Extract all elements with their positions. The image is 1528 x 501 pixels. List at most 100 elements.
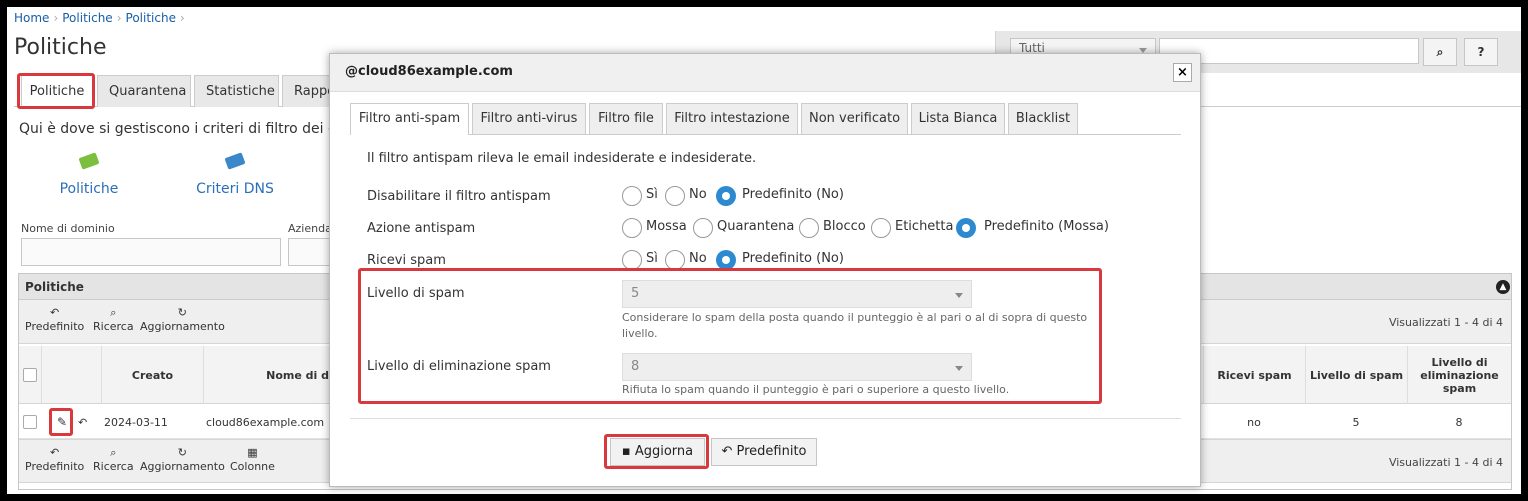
radio-label: Etichetta xyxy=(895,219,954,234)
chevron-down-icon xyxy=(955,366,963,371)
row-domain: cloud86example.com xyxy=(206,415,325,429)
tile-criteri-dns[interactable]: Criteri DNS xyxy=(185,152,285,197)
delete-level-select[interactable]: 8 xyxy=(622,353,972,381)
tab-blacklist[interactable]: Blacklist xyxy=(1008,103,1078,134)
search-label: Ricerca xyxy=(93,460,134,473)
receive-spam-label: Ricevi spam xyxy=(367,253,446,268)
actions-header xyxy=(41,346,101,404)
search-label: Ricerca xyxy=(93,320,134,333)
radio-action-mossa[interactable] xyxy=(622,218,642,238)
radio-action-quarantena[interactable] xyxy=(693,218,713,238)
spam-level-select[interactable]: 5 xyxy=(622,280,972,308)
default-label: Predefinito xyxy=(25,460,85,473)
radio-disable-si[interactable] xyxy=(622,186,642,206)
spam-level-header[interactable]: Livello di spam xyxy=(1305,346,1407,404)
search-grid-button[interactable]: ⌕ Ricerca xyxy=(93,306,134,333)
spam-level-label: Livello di spam xyxy=(367,286,465,301)
tag-icon xyxy=(224,152,246,170)
radio-receive-si[interactable] xyxy=(622,250,642,270)
help-button[interactable]: ? xyxy=(1464,38,1498,66)
radio-action-blocco[interactable] xyxy=(799,218,819,238)
default-button[interactable]: ↶ Predefinito xyxy=(25,446,84,473)
default-label: Predefinito xyxy=(25,320,85,333)
tab-quarantena[interactable]: Quarantena xyxy=(97,75,191,107)
radio-label: No xyxy=(689,187,707,202)
chevron-right-icon: › xyxy=(179,11,185,25)
row-checkbox[interactable] xyxy=(23,406,37,438)
tag-icon xyxy=(78,152,100,170)
tile-label: Politiche xyxy=(59,181,119,197)
chevron-right-icon: › xyxy=(116,11,122,25)
radio-action-etichetta[interactable] xyxy=(871,218,891,238)
tab-filtro-intestazione[interactable]: Filtro intestazione xyxy=(666,103,798,134)
domain-header[interactable]: Nome di d xyxy=(203,346,333,404)
radio-action-default[interactable] xyxy=(956,218,976,238)
radio-receive-default[interactable] xyxy=(716,250,736,270)
dialog-footer-divider xyxy=(350,418,1181,419)
pagination-info: Visualizzati 1 - 4 di 4 xyxy=(1388,456,1503,469)
radio-disable-no[interactable] xyxy=(665,186,685,206)
radio-label: Mossa xyxy=(646,219,687,234)
delete-level-hint: Rifiuta lo spam quando il punteggio è pa… xyxy=(622,383,1010,396)
delete-level-header[interactable]: Livello di eliminazione spam xyxy=(1407,346,1511,404)
row-delete-level: 8 xyxy=(1455,415,1463,429)
breadcrumb-current[interactable]: Politiche xyxy=(126,11,176,25)
tile-politiche[interactable]: Politiche xyxy=(39,152,139,197)
created-header[interactable]: Creato xyxy=(101,346,203,404)
highlight-box xyxy=(17,73,95,109)
tab-lista-bianca[interactable]: Lista Bianca xyxy=(911,103,1005,134)
radio-label: Quarantena xyxy=(717,219,795,234)
dialog-title: @cloud86example.com xyxy=(330,54,1200,92)
tab-filtro-file[interactable]: Filtro file xyxy=(589,103,663,134)
default-button[interactable]: ↶ Predefinito xyxy=(25,306,84,333)
spam-level-hint: Considerare lo spam della posta quando i… xyxy=(622,311,1088,340)
refresh-icon: ↻ xyxy=(177,306,188,319)
pagination-info: Visualizzati 1 - 4 di 4 xyxy=(1388,316,1503,329)
search-button[interactable]: ⌕ xyxy=(1423,38,1457,66)
columns-label: Colonne xyxy=(230,460,275,473)
select-all-checkbox[interactable] xyxy=(23,368,37,382)
chevron-down-icon xyxy=(955,293,963,298)
radio-disable-default[interactable] xyxy=(716,186,736,206)
default-button[interactable]: ↶ Predefinito xyxy=(711,438,817,466)
close-icon[interactable]: × xyxy=(1173,63,1192,82)
row-spam-level: 5 xyxy=(1352,415,1360,429)
spam-level-value: 5 xyxy=(631,286,640,301)
intro-text: Qui è dove si gestiscono i criteri di fi… xyxy=(19,121,359,137)
tab-non-verificato[interactable]: Non verificato xyxy=(801,103,908,134)
search-icon: ⌕ xyxy=(110,446,117,459)
radio-label: Sì xyxy=(646,251,658,266)
select-all-header xyxy=(19,346,41,404)
collapse-icon[interactable]: ▲ xyxy=(1496,280,1510,294)
delete-level-label: Livello di eliminazione spam xyxy=(367,359,551,374)
tab-statistiche[interactable]: Statistiche xyxy=(194,75,279,107)
domain-filter-input[interactable] xyxy=(21,238,281,266)
row-created: 2024-03-11 xyxy=(104,415,168,429)
default-label: Predefinito xyxy=(736,444,807,459)
delete-level-value: 8 xyxy=(631,359,640,374)
company-filter-input[interactable] xyxy=(288,238,333,266)
undo-icon[interactable]: ↶ xyxy=(78,406,87,438)
refresh-button[interactable]: ↻ Aggiornamento xyxy=(140,306,225,333)
highlight-box xyxy=(604,434,709,469)
refresh-button[interactable]: ↻ Aggiornamento xyxy=(140,446,225,473)
radio-label: Sì xyxy=(646,187,658,202)
search-icon: ⌕ xyxy=(110,306,117,319)
receive-spam-header[interactable]: Ricevi spam xyxy=(1203,346,1305,404)
radio-receive-no[interactable] xyxy=(665,250,685,270)
columns-button[interactable]: ▦ Colonne xyxy=(230,446,275,473)
policy-dialog: @cloud86example.com × Filtro anti-spam F… xyxy=(329,53,1201,487)
highlight-box xyxy=(49,408,73,436)
tab-filtro-anti-virus[interactable]: Filtro anti-virus xyxy=(472,103,586,134)
filter-description: Il filtro antispam rileva le email indes… xyxy=(367,151,757,166)
radio-label: Predefinito (Mossa) xyxy=(984,219,1109,234)
radio-label: No xyxy=(689,251,707,266)
refresh-label: Aggiornamento xyxy=(140,460,225,473)
breadcrumb-home[interactable]: Home xyxy=(14,11,49,25)
tab-filtro-anti-spam[interactable]: Filtro anti-spam xyxy=(350,103,469,135)
tile-label: Criteri DNS xyxy=(196,181,274,197)
breadcrumb-politiche[interactable]: Politiche xyxy=(62,11,112,25)
search-icon: ⌕ xyxy=(1436,45,1444,59)
spam-action-label: Azione antispam xyxy=(367,221,476,236)
search-grid-button[interactable]: ⌕ Ricerca xyxy=(93,446,134,473)
